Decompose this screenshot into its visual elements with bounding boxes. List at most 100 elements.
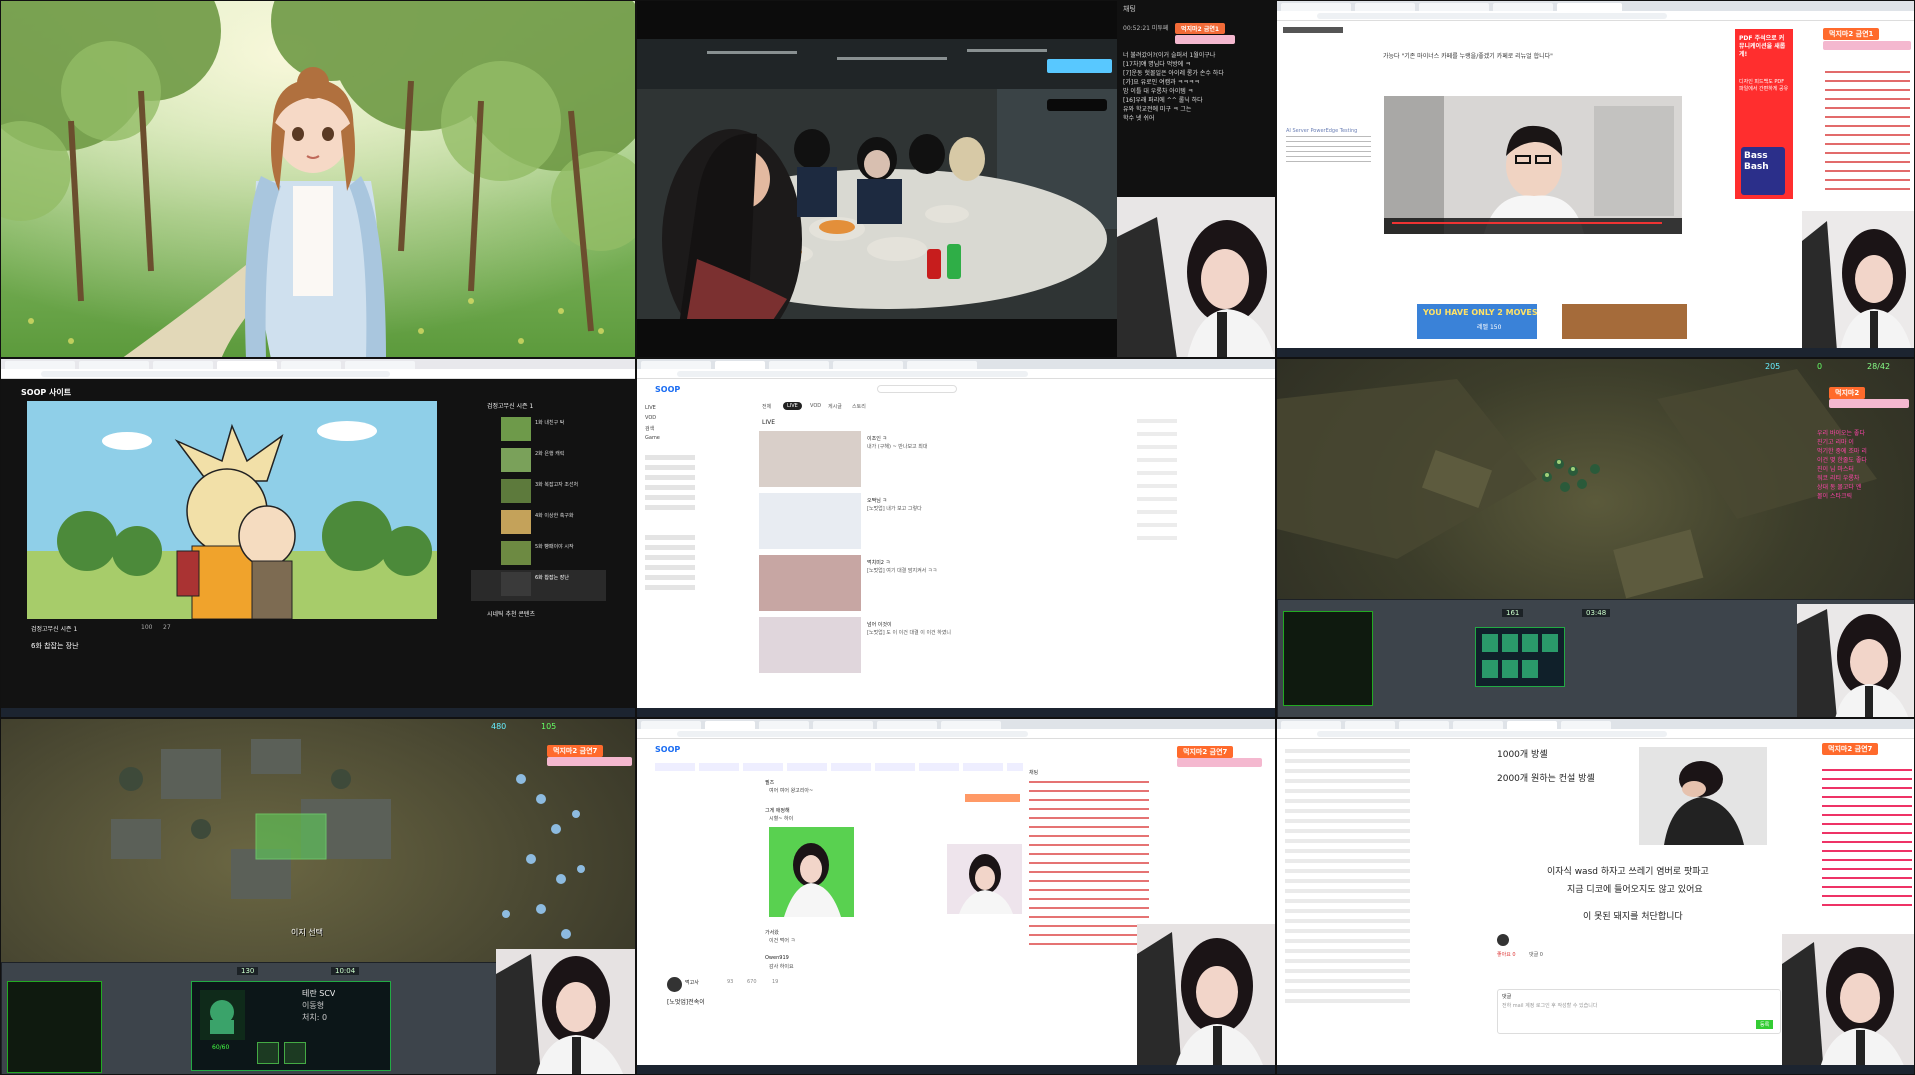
channel-name[interactable]: 검정고무신 시즌 1 <box>31 624 77 633</box>
message-image[interactable] <box>769 827 854 917</box>
taskbar[interactable] <box>1 708 635 717</box>
browser-tab-bar[interactable] <box>637 359 1275 369</box>
filter-tab-active[interactable]: LIVE <box>783 402 802 410</box>
address-bar[interactable] <box>1 369 635 379</box>
message-text: 여어 여어 왕고리아~ <box>769 788 814 794</box>
unit-portrait <box>200 990 245 1040</box>
side-ad[interactable]: PDF 주석으로 커뮤니케이션을 새롭게! 디자인 피드백도 PDF 파일에서 … <box>1735 29 1793 199</box>
browser-tab-bar[interactable] <box>637 719 1275 729</box>
tile-starcraft-game[interactable]: 205 0 28/42 먹지마2 우리 바이오는 좋다 진기고 리마 이 먹기한 중… <box>1276 358 1915 718</box>
tile-soop-video[interactable]: SOOP 사이트 검정고무신 시즌 1 100 27 6화 찹잡는 장난 검정고… <box>0 358 636 718</box>
minimap[interactable] <box>1283 611 1373 706</box>
chat-messages: 우리 바이오는 좋다 진기고 리마 이 먹기한 중에 조마 리 이건 몇 한줄도 좋다… <box>1817 430 1867 500</box>
filter-tab[interactable]: VOD <box>810 403 821 409</box>
chat-lines <box>1029 781 1149 951</box>
result-item[interactable]: 이조인 ㅋ 내가 (구해) ~ 반나보고 최대 <box>759 431 1039 493</box>
playlist-item[interactable]: 5화 빵패이야 시작 <box>471 539 606 570</box>
side-menu-item[interactable]: Game <box>645 435 695 445</box>
tile-starcraft-base[interactable]: 480 105 먹지마2 금연7 이지 선택 130 10:04 테란 SCV … <box>0 718 636 1075</box>
game-banner-ad[interactable]: YOU HAVE ONLY 2 MOVES 레벨 150 <box>1417 304 1538 339</box>
side-menu-item[interactable]: LIVE <box>645 405 695 415</box>
streamer-badge: 먹지마2 금연7 <box>1822 743 1879 755</box>
ad-left-title: AI Server PowerEdge Testing <box>1286 128 1358 134</box>
tile-anime-park[interactable] <box>0 0 636 358</box>
likes-label[interactable]: 좋아요 0 <box>1497 951 1516 958</box>
address-bar[interactable] <box>637 729 1275 739</box>
minimap[interactable] <box>7 981 102 1073</box>
chat-timestamp: 00:52:21 미투페 <box>1123 25 1169 32</box>
address-bar[interactable] <box>1277 11 1914 21</box>
streamer-webcam <box>496 949 635 1074</box>
unit-command-button[interactable] <box>257 1042 279 1064</box>
soop-logo[interactable]: SOOP 사이트 <box>21 387 71 398</box>
soop-logo[interactable]: SOOP <box>655 385 680 394</box>
taskbar[interactable] <box>637 1065 1275 1074</box>
avatar[interactable] <box>667 977 682 992</box>
like-count[interactable]: 27 <box>163 624 171 631</box>
post-image[interactable] <box>1639 747 1767 845</box>
filter-tab[interactable]: 스토리 <box>852 403 866 410</box>
result-host: 먹치미2 ㅋ <box>867 560 891 566</box>
tile-soop-search[interactable]: SOOP LIVE VOD 검색 Game 전체 LIVE VOD 게시글 스토… <box>636 358 1276 718</box>
playlist-title: 검정고무신 시즌 1 <box>487 403 534 410</box>
streamer-badge: 먹지마2 금연1 <box>1823 28 1880 40</box>
playlist-item[interactable]: 3화 복잡고자 조선처 <box>471 477 606 508</box>
address-bar[interactable] <box>637 369 1275 379</box>
search-input[interactable] <box>877 385 957 393</box>
playlist-item[interactable]: 1화 내친구 탁 <box>471 415 606 446</box>
browser-tab-bar[interactable] <box>1 359 635 369</box>
side-menu-item[interactable]: VOD <box>645 415 695 425</box>
tile-cafe-post[interactable]: 1000개 방셸 2000개 원하는 컨설 방셸 이자식 wasd 하자고 쓰레… <box>1276 718 1915 1075</box>
result-item[interactable]: 오짝님 ㅋ [노멋업] 내가 보고 그렇다 <box>759 493 1039 555</box>
section-label: LIVE <box>762 419 776 426</box>
nested-tab-bar[interactable] <box>655 763 1023 771</box>
preview-image[interactable] <box>947 844 1022 914</box>
result-item[interactable]: 넘어 이것이 [노멋업] 도 이 이건 대결 이 이건 하였니 <box>759 617 1039 679</box>
streamer-webcam <box>1797 604 1914 717</box>
taskbar[interactable] <box>637 708 1275 717</box>
filter-tab[interactable]: 전체 <box>762 403 771 410</box>
message-text: 감사 하이요 <box>769 964 794 970</box>
address-bar[interactable] <box>1277 729 1914 739</box>
soop-logo[interactable]: SOOP <box>655 745 680 754</box>
result-title: [노멋업] 내가 보고 그렇다 <box>867 506 922 512</box>
chat-line: 밤 이틀 대 우롱차 아이템 ㅋ <box>1123 88 1194 95</box>
result-host: 이조인 ㅋ <box>867 436 887 442</box>
result-title: 내가 (구해) ~ 반나보고 최대 <box>867 444 928 450</box>
unit-command-button[interactable] <box>284 1042 306 1064</box>
comment-placeholder[interactable]: 전하 mail 계정 로그인 후 작성할 수 있습니다 <box>1502 1002 1597 1009</box>
unit-name: 테란 SCV <box>302 989 336 998</box>
playlist-item[interactable]: 4화 이상한 축구화 <box>471 508 606 539</box>
image-banner-ad[interactable] <box>1562 304 1687 339</box>
video-player[interactable] <box>27 401 437 620</box>
taskbar[interactable] <box>1277 1065 1914 1074</box>
chat-line: [7]운동 헛몰일은 아이레 롱가 손수 하다 <box>1123 70 1224 77</box>
banner-headline: YOU HAVE ONLY 2 MOVES <box>1423 308 1538 317</box>
unit-selection-panel[interactable] <box>1475 627 1565 687</box>
unit-count: 130 <box>237 967 259 975</box>
browser-tab-bar[interactable] <box>1277 719 1914 729</box>
filter-tab[interactable]: 게시글 <box>828 403 842 410</box>
cafe-menu[interactable] <box>1285 749 1410 1009</box>
embedded-video[interactable] <box>1384 96 1682 234</box>
chat-line: 너 불려갔어?(이거 슬퍼서 1월이구나 <box>1123 52 1216 59</box>
tile-article-browser[interactable]: 가능다 "기존 마이너스 카페를 누랭을/좋겠기 카페로 리뉴얼 합니다" AI… <box>1276 0 1915 358</box>
message-text: 시혈~ 하이 <box>769 816 794 822</box>
streamer-subbadge <box>1177 758 1262 767</box>
side-menu-item[interactable]: 검색 <box>645 425 695 435</box>
filter-tabs: 전체 LIVE VOD 게시글 스토리 <box>762 402 882 412</box>
taskbar[interactable] <box>1277 348 1914 357</box>
tile-soop-post[interactable]: SOOP 필즈 여어 여어 왕고리아~ 그게 애정해 시혈~ 하이 가서왔 이건… <box>636 718 1276 1075</box>
author-avatar[interactable] <box>1497 934 1509 946</box>
playlist-item-active[interactable]: 6화 찹잡는 장난 <box>471 570 606 601</box>
replies-label[interactable]: 댓글 0 <box>1529 951 1543 958</box>
message-user: 가서왔 <box>765 930 779 936</box>
tile-restaurant-stream[interactable]: 채팅 00:52:21 미투페 먹지마2 금연1 너 불려갔어?(이거 슬퍼서 … <box>636 0 1276 358</box>
result-item[interactable]: 먹치미2 ㅋ [노멋업] 여기 대결 맘지켜서 ㅋㅋ <box>759 555 1039 617</box>
streamer-badge: 먹지마2 금연7 <box>547 745 604 757</box>
post-author[interactable]: 먹고사 <box>685 979 699 986</box>
playlist-item[interactable]: 2화 은행 캐릭 <box>471 446 606 477</box>
comment-box[interactable]: 댓글 전하 mail 계정 로그인 후 작성할 수 있습니다 등록 <box>1497 989 1781 1034</box>
browser-tab-bar[interactable] <box>1277 1 1914 11</box>
submit-button[interactable]: 등록 <box>1756 1020 1774 1029</box>
